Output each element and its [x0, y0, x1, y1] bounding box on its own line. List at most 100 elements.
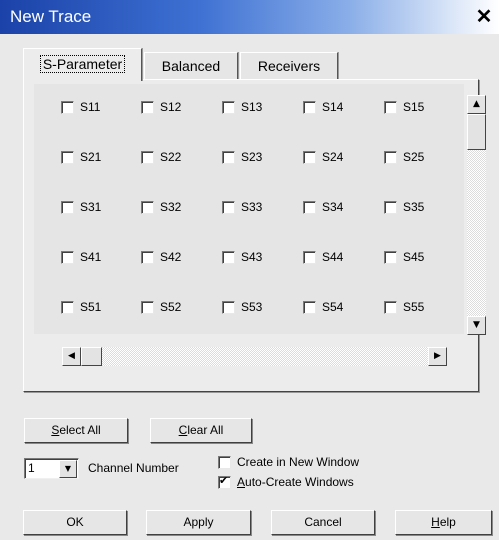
checkbox-box[interactable]: [222, 300, 235, 314]
checkbox-s25[interactable]: S25: [384, 150, 424, 164]
checkbox-label: S44: [322, 250, 344, 264]
checkbox-box[interactable]: [384, 200, 397, 214]
cancel-button[interactable]: Cancel: [271, 510, 375, 535]
checkbox-s35[interactable]: S35: [384, 200, 424, 214]
checkbox-box[interactable]: [303, 250, 316, 264]
window-title: New Trace: [10, 7, 92, 26]
checkbox-box[interactable]: [222, 250, 235, 264]
checkbox-s42[interactable]: S42: [141, 250, 181, 264]
checkbox-box[interactable]: [222, 100, 235, 114]
checkbox-label: S52: [160, 300, 182, 314]
checkbox-s52[interactable]: S52: [141, 300, 181, 314]
checkbox-s31[interactable]: S31: [61, 200, 101, 214]
checkbox-box[interactable]: [384, 100, 397, 114]
mnemonic: A: [237, 475, 246, 489]
checkbox-s12[interactable]: S12: [141, 100, 181, 114]
button-label: elp: [439, 515, 456, 529]
checkbox-box[interactable]: [218, 474, 231, 489]
checkbox-s54[interactable]: S54: [303, 300, 343, 314]
checkbox-label: S24: [322, 150, 344, 164]
checkbox-label: S31: [80, 200, 102, 214]
channel-number-select[interactable]: 1 ▼: [24, 458, 79, 479]
create-new-window-checkbox[interactable]: Create in New Window: [218, 455, 359, 469]
checkbox-s53[interactable]: S53: [222, 300, 262, 314]
checkbox-label: S55: [403, 300, 425, 314]
scroll-left-icon[interactable]: ◀: [62, 347, 81, 366]
checkbox-label: Auto-Create Windows: [237, 475, 354, 489]
close-icon[interactable]: ✕: [473, 6, 495, 28]
checkbox-box[interactable]: [222, 150, 235, 164]
tab-s-parameter[interactable]: S-Parameter: [23, 48, 142, 81]
help-button[interactable]: Help: [395, 510, 492, 535]
checkbox-s43[interactable]: S43: [222, 250, 262, 264]
button-label: elect All: [59, 423, 101, 437]
checkbox-label: S34: [322, 200, 344, 214]
checkbox-box[interactable]: [61, 200, 74, 214]
auto-create-windows-checkbox[interactable]: Auto-Create Windows: [218, 474, 354, 489]
checkbox-s55[interactable]: S55: [384, 300, 424, 314]
checkbox-box[interactable]: [141, 100, 154, 114]
chevron-down-icon[interactable]: ▼: [59, 460, 77, 478]
checkbox-box[interactable]: [61, 150, 74, 164]
tab-label: Receivers: [257, 58, 321, 74]
tab-balanced[interactable]: Balanced: [144, 52, 238, 79]
scroll-down-icon[interactable]: ▼: [467, 316, 486, 335]
scroll-up-icon[interactable]: ▲: [467, 95, 486, 114]
checkbox-box[interactable]: [303, 150, 316, 164]
checkbox-s41[interactable]: S41: [61, 250, 101, 264]
checkbox-box[interactable]: [303, 300, 316, 314]
button-label: lear All: [187, 423, 224, 437]
checkbox-box[interactable]: [141, 250, 154, 264]
checkbox-box[interactable]: [141, 150, 154, 164]
checkbox-label: S33: [241, 200, 263, 214]
checkbox-box[interactable]: [218, 455, 231, 469]
ok-button[interactable]: OK: [23, 510, 127, 535]
checkbox-s32[interactable]: S32: [141, 200, 181, 214]
checkbox-s45[interactable]: S45: [384, 250, 424, 264]
checkbox-s24[interactable]: S24: [303, 150, 343, 164]
checkbox-s13[interactable]: S13: [222, 100, 262, 114]
title-bar[interactable]: New Trace ✕: [0, 0, 499, 34]
checkbox-s15[interactable]: S15: [384, 100, 424, 114]
select-all-button[interactable]: Select All: [24, 418, 128, 443]
checkbox-box[interactable]: [384, 150, 397, 164]
checkbox-box[interactable]: [384, 250, 397, 264]
scroll-right-icon[interactable]: ▶: [428, 347, 447, 366]
checkbox-label: S53: [241, 300, 263, 314]
checkbox-box[interactable]: [61, 300, 74, 314]
horizontal-scroll-thumb[interactable]: [81, 347, 102, 366]
checkbox-label: S15: [403, 100, 425, 114]
checkbox-box[interactable]: [303, 200, 316, 214]
vertical-scroll-thumb[interactable]: [467, 114, 486, 150]
checkbox-label: S23: [241, 150, 263, 164]
checkbox-label: Create in New Window: [237, 455, 360, 469]
channel-value: 1: [28, 461, 35, 475]
checkbox-label: S42: [160, 250, 182, 264]
tab-receivers[interactable]: Receivers: [240, 52, 338, 79]
checkbox-box[interactable]: [61, 100, 74, 114]
tab-label: Balanced: [161, 58, 221, 74]
checkbox-s14[interactable]: S14: [303, 100, 343, 114]
checkbox-s21[interactable]: S21: [61, 150, 101, 164]
checkbox-label: S54: [322, 300, 344, 314]
checkbox-s44[interactable]: S44: [303, 250, 343, 264]
checkbox-box[interactable]: [384, 300, 397, 314]
checkbox-s33[interactable]: S33: [222, 200, 262, 214]
horizontal-scrollbar[interactable]: [62, 347, 445, 366]
checkbox-label: S32: [160, 200, 182, 214]
checkbox-label: S12: [160, 100, 182, 114]
checkbox-s22[interactable]: S22: [141, 150, 181, 164]
checkbox-box[interactable]: [303, 100, 316, 114]
clear-all-button[interactable]: Clear All: [150, 418, 252, 443]
checkbox-s23[interactable]: S23: [222, 150, 262, 164]
checkbox-s51[interactable]: S51: [61, 300, 101, 314]
checkbox-box[interactable]: [141, 200, 154, 214]
checkbox-box[interactable]: [222, 200, 235, 214]
checkbox-box[interactable]: [61, 250, 74, 264]
checkbox-s34[interactable]: S34: [303, 200, 343, 214]
checkbox-box[interactable]: [141, 300, 154, 314]
apply-button[interactable]: Apply: [146, 510, 251, 535]
checkbox-s11[interactable]: S11: [61, 100, 100, 114]
mnemonic: H: [431, 515, 440, 529]
checkbox-label: S45: [403, 250, 425, 264]
